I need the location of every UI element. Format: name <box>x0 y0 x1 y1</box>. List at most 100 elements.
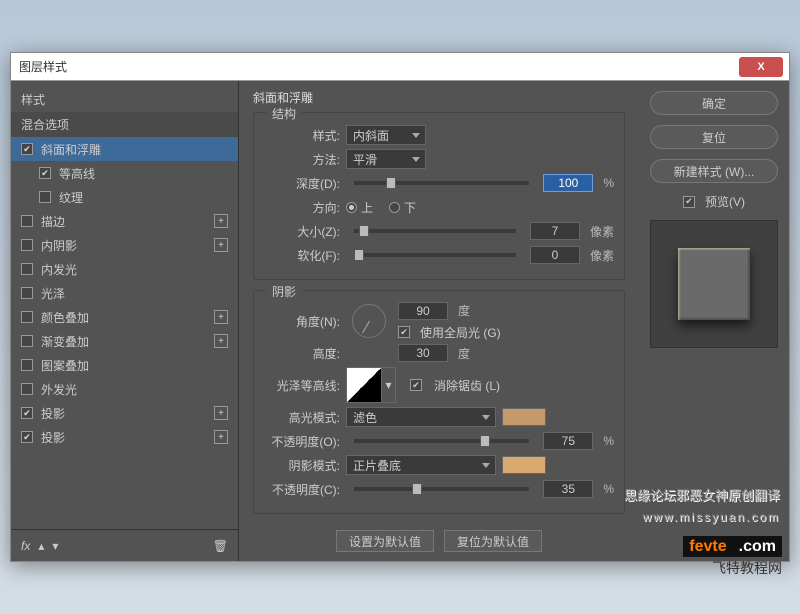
add-effect-icon[interactable]: + <box>214 334 228 348</box>
watermark-url: www.missyuan.com <box>643 510 780 524</box>
style-checkbox[interactable] <box>21 431 33 443</box>
blend-options[interactable]: 混合选项 <box>11 112 238 137</box>
style-item-12[interactable]: 投影 + <box>11 425 238 449</box>
style-label: 渐变叠加 <box>41 333 89 350</box>
soften-slider[interactable] <box>354 253 516 257</box>
angle-input[interactable]: 90 <box>398 302 448 320</box>
style-item-6[interactable]: 光泽 <box>11 281 238 305</box>
global-light-checkbox[interactable] <box>398 326 410 338</box>
shadow-opacity-slider[interactable] <box>354 487 529 491</box>
preview-checkbox[interactable] <box>683 196 695 208</box>
add-effect-icon[interactable]: + <box>214 406 228 420</box>
style-item-10[interactable]: 外发光 <box>11 377 238 401</box>
effect-title: 斜面和浮雕 <box>253 89 625 106</box>
style-checkbox[interactable] <box>21 239 33 251</box>
direction-up-radio[interactable]: 上 <box>346 199 373 216</box>
direction-label: 方向: <box>264 199 340 216</box>
preview-area <box>650 220 778 348</box>
shadow-color-swatch[interactable] <box>502 456 546 474</box>
style-checkbox[interactable] <box>21 335 33 347</box>
style-item-5[interactable]: 内发光 <box>11 257 238 281</box>
style-item-2[interactable]: 纹理 <box>11 185 238 209</box>
style-item-3[interactable]: 描边 + <box>11 209 238 233</box>
trash-icon[interactable]: 🗑 <box>213 539 228 553</box>
ok-button[interactable]: 确定 <box>650 91 778 115</box>
style-checkbox[interactable] <box>21 383 33 395</box>
style-item-0[interactable]: 斜面和浮雕 <box>11 137 238 161</box>
style-select[interactable]: 内斜面 <box>346 125 426 145</box>
highlight-opacity-slider[interactable] <box>354 439 529 443</box>
style-label: 投影 <box>41 405 65 422</box>
style-label: 内阴影 <box>41 237 77 254</box>
style-checkbox[interactable] <box>39 167 51 179</box>
shading-group: 阴影 角度(N): 90 度 使用全局光 (G) <box>253 290 625 514</box>
preview-swatch <box>678 248 750 320</box>
depth-unit: % <box>603 176 614 190</box>
soften-input[interactable]: 0 <box>530 246 580 264</box>
shading-legend: 阴影 <box>266 283 302 300</box>
default-buttons: 设置为默认值 复位为默认值 <box>253 530 625 552</box>
gloss-dropdown-icon[interactable]: ▾ <box>382 367 396 403</box>
shadow-mode-select[interactable]: 正片叠底 <box>346 455 496 475</box>
highlight-opacity-input[interactable]: 75 <box>543 432 593 450</box>
global-light-label: 使用全局光 (G) <box>420 324 501 341</box>
shadow-mode-label: 阴影模式: <box>264 457 340 474</box>
add-effect-icon[interactable]: + <box>214 310 228 324</box>
technique-label: 方法: <box>264 151 340 168</box>
styles-footer: fx ▴ ▾ 🗑 <box>11 529 238 561</box>
style-item-1[interactable]: 等高线 <box>11 161 238 185</box>
reset-default-button[interactable]: 复位为默认值 <box>444 530 542 552</box>
highlight-opacity-label: 不透明度(O): <box>264 433 340 450</box>
gloss-contour-picker[interactable] <box>346 367 382 403</box>
altitude-input[interactable]: 30 <box>398 344 448 362</box>
structure-group: 结构 样式: 内斜面 方法: 平滑 深度(D): 100 % 方向: 上 <box>253 112 625 280</box>
highlight-mode-label: 高光模式: <box>264 409 340 426</box>
size-slider[interactable] <box>354 229 516 233</box>
style-label: 等高线 <box>59 165 95 182</box>
cancel-button[interactable]: 复位 <box>650 125 778 149</box>
style-checkbox[interactable] <box>21 407 33 419</box>
structure-legend: 结构 <box>266 105 302 122</box>
antialias-checkbox[interactable] <box>410 379 422 391</box>
style-checkbox[interactable] <box>21 143 33 155</box>
add-effect-icon[interactable]: + <box>214 238 228 252</box>
size-input[interactable]: 7 <box>530 222 580 240</box>
style-item-11[interactable]: 投影 + <box>11 401 238 425</box>
style-checkbox[interactable] <box>21 263 33 275</box>
preview-label: 预览(V) <box>705 193 745 210</box>
style-item-9[interactable]: 图案叠加 <box>11 353 238 377</box>
move-up-icon[interactable]: ▴ <box>38 539 44 553</box>
highlight-color-swatch[interactable] <box>502 408 546 426</box>
size-unit: 像素 <box>590 223 614 240</box>
style-checkbox[interactable] <box>39 191 51 203</box>
style-label: 投影 <box>41 429 65 446</box>
make-default-button[interactable]: 设置为默认值 <box>336 530 434 552</box>
style-checkbox[interactable] <box>21 287 33 299</box>
style-item-8[interactable]: 渐变叠加 + <box>11 329 238 353</box>
technique-select[interactable]: 平滑 <box>346 149 426 169</box>
fx-menu[interactable]: fx <box>21 539 30 553</box>
close-button[interactable]: X <box>739 57 783 77</box>
style-label: 内发光 <box>41 261 77 278</box>
angle-dial[interactable] <box>352 304 386 338</box>
style-label: 纹理 <box>59 189 83 206</box>
new-style-button[interactable]: 新建样式 (W)... <box>650 159 778 183</box>
move-down-icon[interactable]: ▾ <box>52 539 58 553</box>
styles-panel: 样式 混合选项 斜面和浮雕等高线纹理描边+内阴影+内发光光泽颜色叠加+渐变叠加+… <box>11 81 239 561</box>
highlight-mode-select[interactable]: 滤色 <box>346 407 496 427</box>
style-checkbox[interactable] <box>21 215 33 227</box>
size-label: 大小(Z): <box>264 223 340 240</box>
style-item-7[interactable]: 颜色叠加+ <box>11 305 238 329</box>
soften-unit: 像素 <box>590 247 614 264</box>
depth-input[interactable]: 100 <box>543 174 593 192</box>
altitude-label: 高度: <box>264 345 340 362</box>
style-item-4[interactable]: 内阴影 + <box>11 233 238 257</box>
shadow-opacity-input[interactable]: 35 <box>543 480 593 498</box>
add-effect-icon[interactable]: + <box>214 430 228 444</box>
add-effect-icon[interactable]: + <box>214 214 228 228</box>
depth-slider[interactable] <box>354 181 529 185</box>
style-label: 描边 <box>41 213 65 230</box>
direction-down-radio[interactable]: 下 <box>389 199 416 216</box>
style-checkbox[interactable] <box>21 311 33 323</box>
style-checkbox[interactable] <box>21 359 33 371</box>
